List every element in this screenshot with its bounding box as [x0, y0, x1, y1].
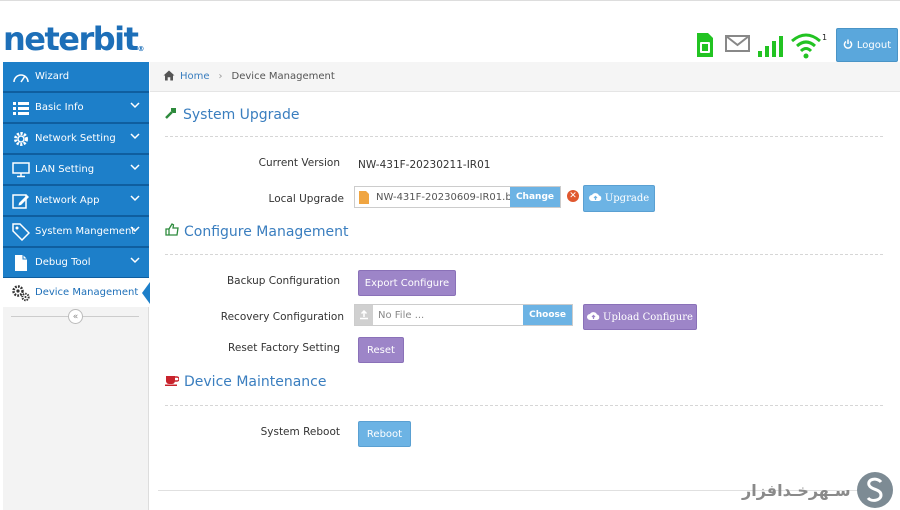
remove-file-icon[interactable]: ✕	[567, 190, 579, 202]
divider	[165, 405, 883, 406]
chevron-down-icon	[130, 101, 140, 112]
home-icon	[163, 70, 175, 84]
hand-point-icon	[165, 223, 179, 240]
sidebar-item-lan-setting[interactable]: LAN Setting	[3, 155, 149, 184]
watermark: سـهرخـدافزار	[742, 470, 893, 510]
sidebar-item-label: Network App	[35, 195, 100, 206]
cloud-upload-icon	[587, 311, 600, 324]
wrench-icon	[165, 106, 178, 123]
sidebar-item-label: LAN Setting	[35, 164, 95, 175]
sidebar-item-basic-info[interactable]: Basic Info	[3, 93, 149, 122]
section-configure-management-title: Configure Management	[165, 223, 349, 240]
sidebar-item-label: Device Management	[35, 287, 139, 298]
cloud-upload-icon	[588, 192, 602, 205]
reset-button[interactable]: Reset	[358, 337, 404, 363]
sidebar-item-label: Basic Info	[35, 102, 84, 113]
divider	[165, 136, 883, 137]
local-upgrade-label: Local Upgrade	[268, 193, 344, 205]
edit-icon	[11, 191, 31, 211]
chevron-down-icon	[130, 163, 140, 174]
export-configure-button[interactable]: Export Configure	[358, 270, 456, 296]
top-header: neterbit® 1 Logout	[0, 0, 900, 62]
breadcrumb: Home › Device Management	[150, 62, 900, 92]
collapse-sidebar-button[interactable]: «	[68, 309, 83, 324]
change-file-button[interactable]: Change	[509, 187, 560, 207]
upload-configure-button[interactable]: Upload Configure	[583, 304, 697, 330]
choose-file-button[interactable]: Choose	[523, 305, 572, 325]
sidebar-item-label: Wizard	[35, 71, 70, 82]
sidebar-item-label: Debug Tool	[35, 257, 91, 268]
file-icon	[11, 253, 31, 273]
mail-icon[interactable]	[725, 31, 751, 61]
wifi-icon	[790, 31, 822, 61]
recovery-file-name: No File ...	[378, 309, 425, 321]
brand-logo: neterbit®	[3, 20, 145, 58]
breadcrumb-current: Device Management	[231, 71, 335, 82]
chevron-down-icon	[130, 194, 140, 205]
breadcrumb-separator: ›	[218, 71, 223, 82]
chevron-down-icon	[130, 225, 140, 236]
signal-icon	[757, 31, 783, 61]
sidebar: Wizard Basic Info Network Setting LAN Se…	[3, 62, 150, 510]
chevron-down-icon	[130, 256, 140, 267]
logout-label: Logout	[856, 39, 892, 51]
gear-icon	[11, 129, 31, 149]
sim-card-icon	[696, 31, 714, 61]
breadcrumb-home-link[interactable]: Home	[180, 71, 210, 82]
upgrade-button[interactable]: Upgrade	[583, 185, 655, 212]
list-icon	[11, 98, 31, 118]
gears-icon	[11, 283, 31, 303]
chevron-down-icon	[130, 132, 140, 143]
recovery-file-field[interactable]: No File ... Choose	[354, 304, 573, 326]
watermark-text: سـهرخـدافزار	[742, 480, 851, 500]
reboot-button[interactable]: Reboot	[358, 421, 411, 447]
system-reboot-label: System Reboot	[260, 426, 340, 438]
coffee-icon	[165, 374, 180, 390]
local-upgrade-file-name: NW-431F-20230609-IR01.bin	[376, 191, 510, 203]
sidebar-item-device-management[interactable]: Device Management	[3, 278, 150, 307]
reset-factory-setting-label: Reset Factory Setting	[228, 342, 340, 354]
watermark-logo-icon	[856, 472, 893, 508]
tag-icon	[11, 222, 31, 242]
sidebar-item-system-mangement[interactable]: System Mangement	[3, 217, 149, 246]
backup-configuration-label: Backup Configuration	[226, 275, 340, 287]
current-version-label: Current Version	[258, 157, 340, 169]
sidebar-item-label: System Mangement	[35, 226, 136, 237]
sidebar-item-wizard[interactable]: Wizard	[3, 62, 149, 91]
sidebar-item-network-setting[interactable]: Network Setting	[3, 124, 149, 153]
divider	[165, 254, 883, 255]
power-icon	[843, 39, 853, 52]
upload-file-icon	[355, 305, 373, 325]
monitor-icon	[11, 160, 31, 180]
section-device-maintenance-title: Device Maintenance	[165, 374, 327, 390]
wifi-client-count: 1	[822, 33, 828, 42]
logout-button[interactable]: Logout	[836, 28, 898, 62]
sidebar-item-network-app[interactable]: Network App	[3, 186, 149, 215]
sidebar-item-debug-tool[interactable]: Debug Tool	[3, 248, 149, 277]
recovery-configuration-label: Recovery Configuration	[220, 311, 344, 323]
current-version-value: NW-431F-20230211-IR01	[358, 159, 491, 171]
section-system-upgrade-title: System Upgrade	[165, 106, 300, 123]
file-icon	[355, 187, 373, 207]
local-upgrade-file-field[interactable]: NW-431F-20230609-IR01.bin Change	[354, 186, 561, 208]
speedometer-icon	[11, 67, 31, 87]
sidebar-item-label: Network Setting	[35, 133, 116, 144]
